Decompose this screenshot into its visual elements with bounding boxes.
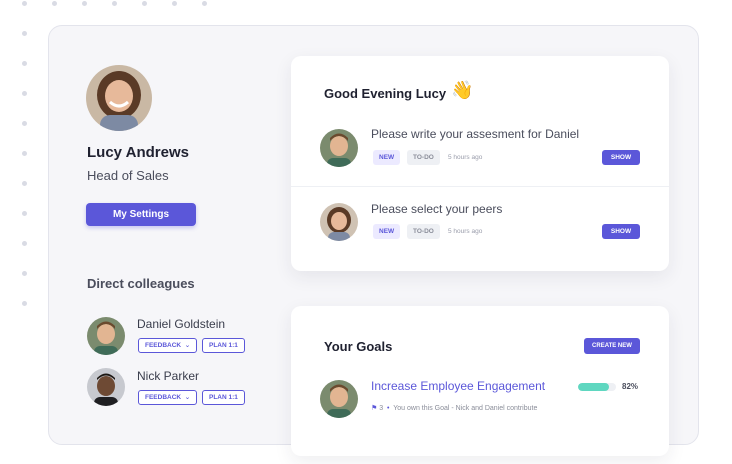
goal-progress-bar xyxy=(578,383,616,391)
profile-role: Head of Sales xyxy=(87,168,169,183)
new-tag: NEW xyxy=(373,224,401,239)
task-item: Please write your assesment for Daniel N… xyxy=(291,114,669,188)
colleague-avatar xyxy=(87,368,125,406)
new-tag: NEW xyxy=(373,150,401,165)
colleague-name: Nick Parker xyxy=(137,369,200,383)
task-divider xyxy=(291,186,669,187)
feedback-button[interactable]: FEEDBACK ⌄ xyxy=(138,390,198,405)
chevron-down-icon: ⌄ xyxy=(182,342,191,349)
waving-hand-icon: 👋 xyxy=(451,80,474,100)
greeting-title: Good Evening Lucy xyxy=(324,86,447,101)
task-text: Please write your assesment for Daniel xyxy=(371,127,580,141)
goal-flag-count: 3 xyxy=(379,405,384,412)
flag-icon: ⚑ xyxy=(371,405,378,412)
task-time: 5 hours ago xyxy=(448,228,483,235)
greeting-card: Good Evening Lucy 👋 Please write your as… xyxy=(291,56,669,271)
todo-tag: TO-DO xyxy=(407,224,440,239)
feedback-label: FEEDBACK xyxy=(145,394,182,401)
feedback-label: FEEDBACK xyxy=(145,342,182,349)
chevron-down-icon: ⌄ xyxy=(182,394,191,401)
create-new-button[interactable]: CREATE NEW xyxy=(584,338,640,354)
task-text: Please select your peers xyxy=(371,202,503,216)
task-item: Please select your peers NEW TO-DO 5 hou… xyxy=(291,189,669,263)
my-settings-button[interactable]: My Settings xyxy=(86,203,196,226)
profile-avatar xyxy=(86,65,152,131)
task-time: 5 hours ago xyxy=(448,154,483,161)
profile-name: Lucy Andrews xyxy=(87,144,189,161)
goal-progress-fill xyxy=(578,383,610,391)
goal-ownership-text: You own this Goal - Nick and Daniel cont… xyxy=(393,405,538,412)
separator-dot: • xyxy=(385,405,392,412)
todo-tag: TO-DO xyxy=(407,150,440,165)
colleague-name: Daniel Goldstein xyxy=(137,317,226,331)
plan-one-on-one-button[interactable]: PLAN 1:1 xyxy=(202,390,245,405)
feedback-button[interactable]: FEEDBACK ⌄ xyxy=(138,338,198,353)
goals-card: Your Goals CREATE NEW Increase Employee … xyxy=(291,306,669,456)
goal-avatar xyxy=(320,380,358,418)
task-avatar xyxy=(320,129,358,167)
plan-one-on-one-button[interactable]: PLAN 1:1 xyxy=(202,338,245,353)
colleague-avatar xyxy=(87,317,125,355)
goal-title-link[interactable]: Increase Employee Engagement xyxy=(371,379,545,393)
direct-colleagues-title: Direct colleagues xyxy=(87,276,195,291)
goal-progress-percent: 82% xyxy=(622,382,639,391)
show-button[interactable]: SHOW xyxy=(602,150,640,165)
task-avatar xyxy=(320,203,358,241)
goal-meta: ⚑ 3 • You own this Goal - Nick and Danie… xyxy=(371,404,537,412)
show-button[interactable]: SHOW xyxy=(602,224,640,239)
goals-title: Your Goals xyxy=(324,339,393,354)
